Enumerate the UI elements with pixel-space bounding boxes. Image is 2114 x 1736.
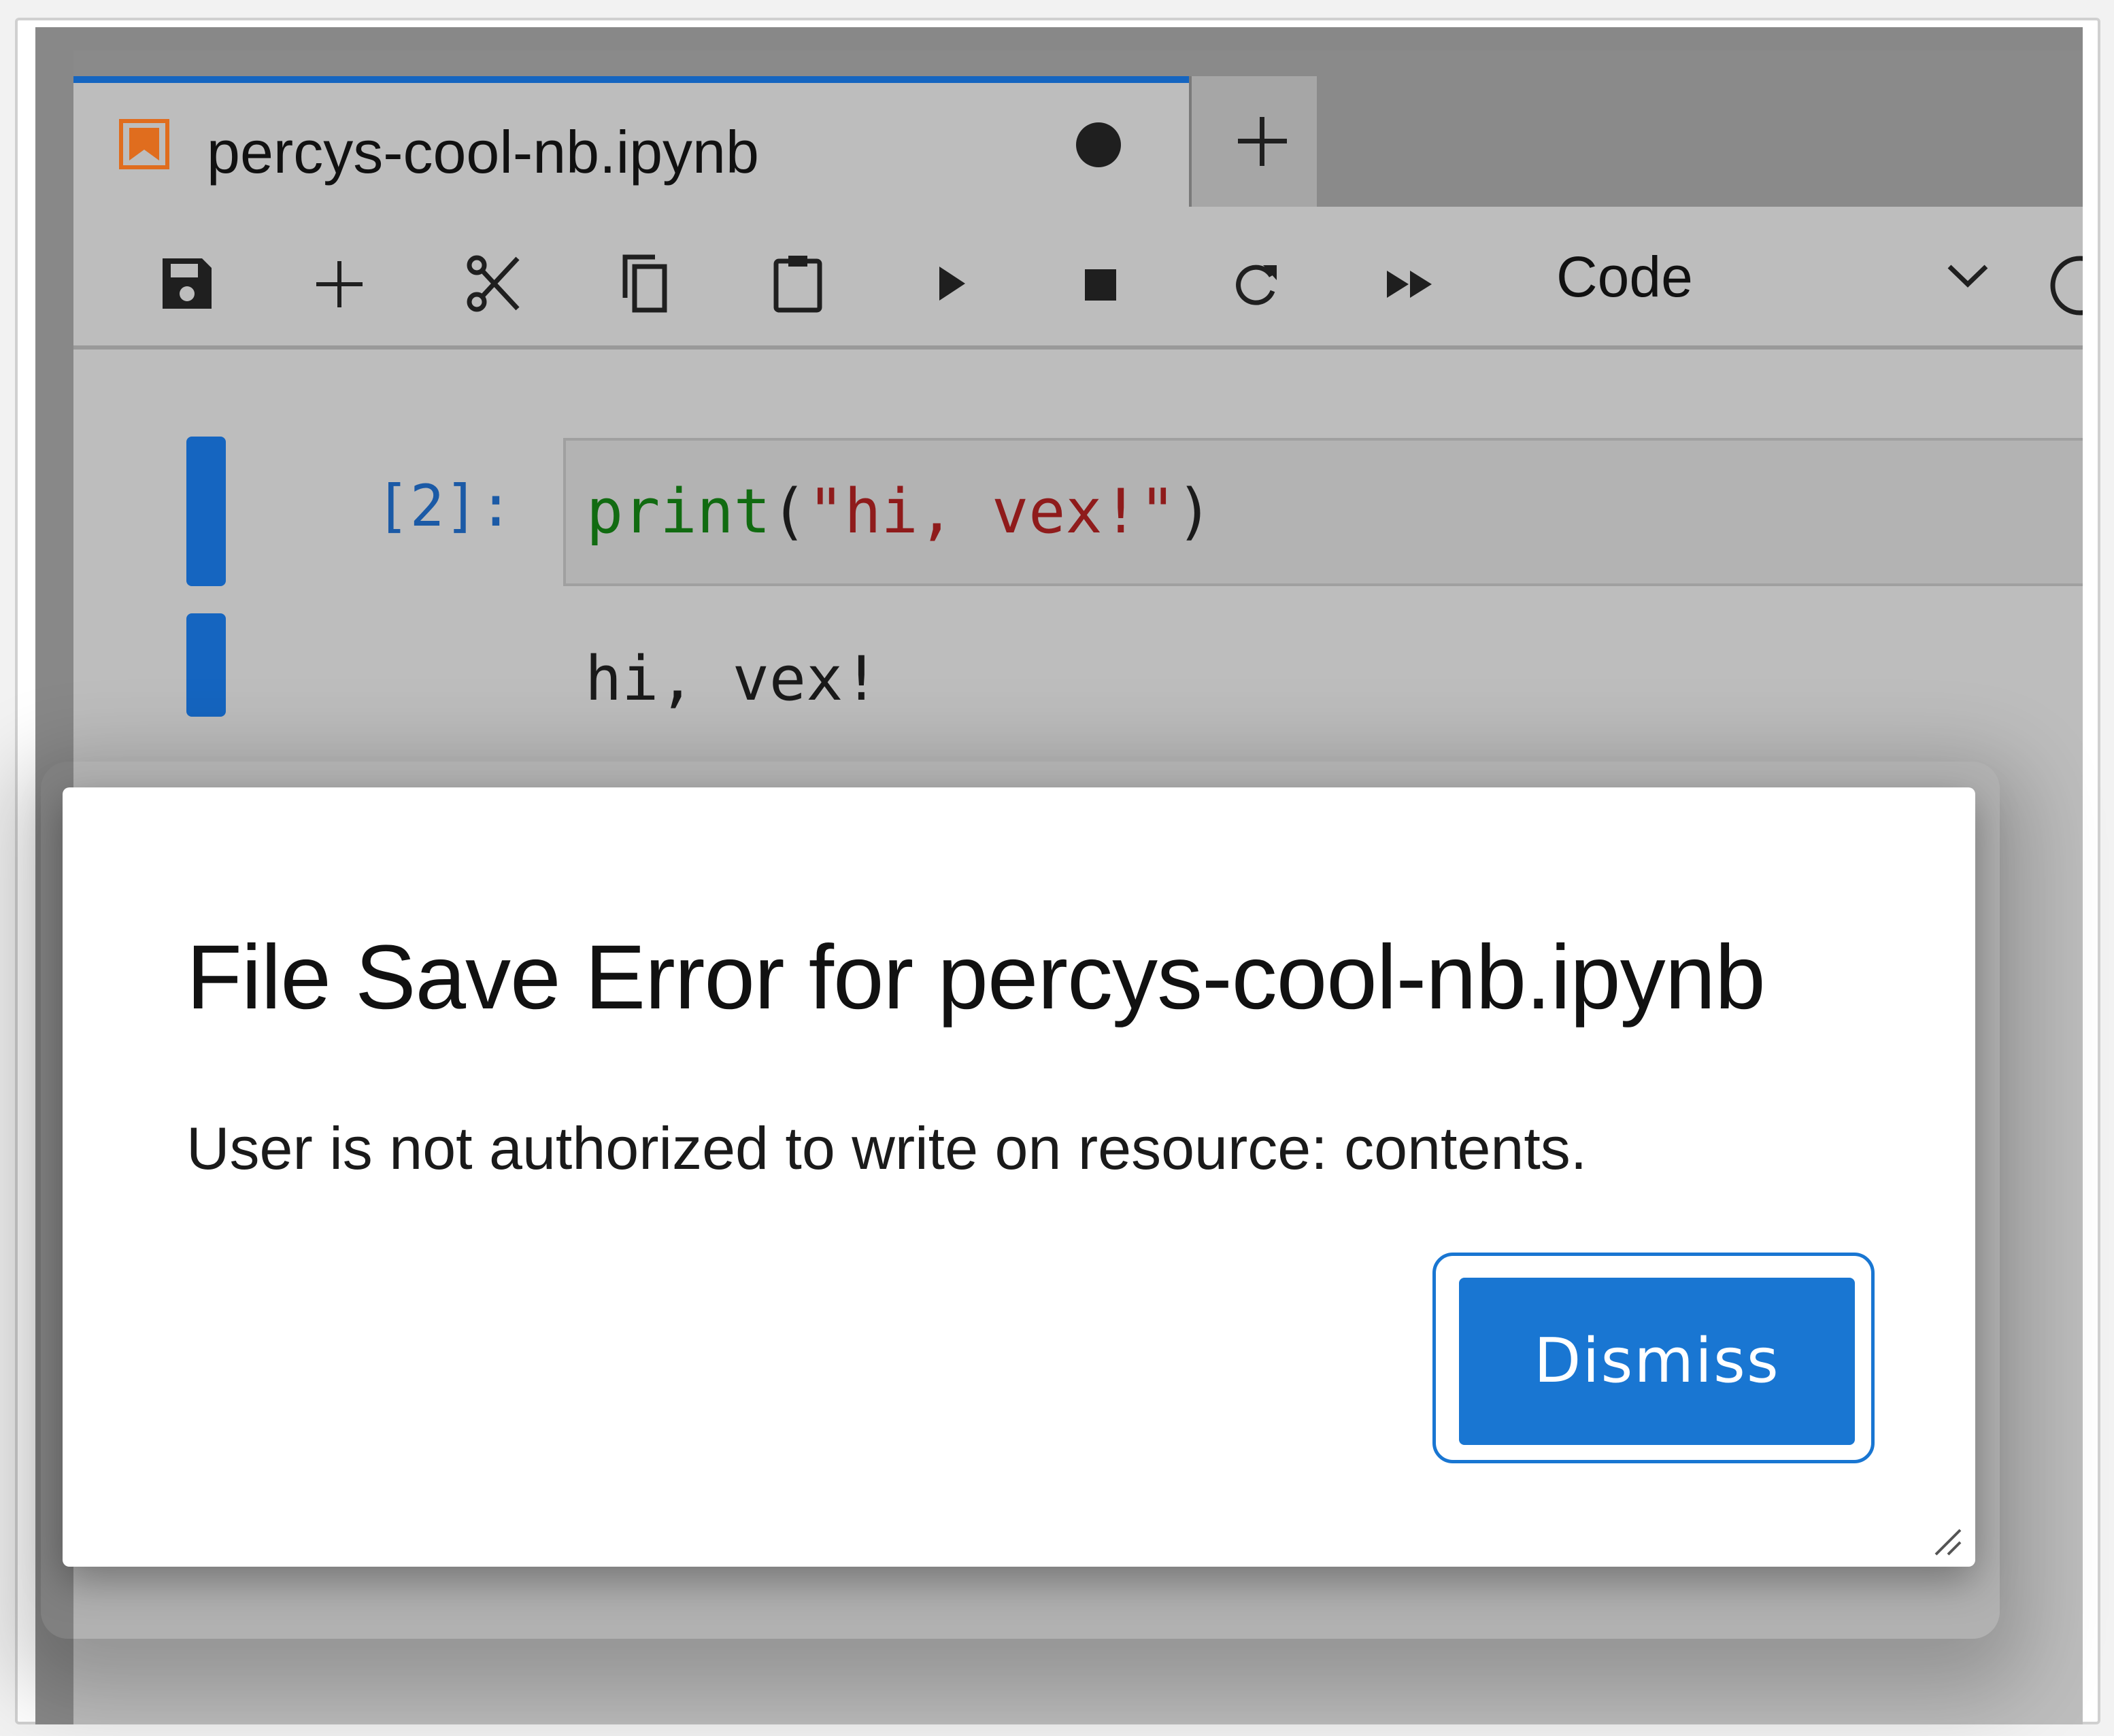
restart-button[interactable] [1212,239,1301,328]
code-line: print("hi, vex!") [586,475,1213,549]
cell-prompt: [2]: [375,473,514,539]
code-open-paren: ( [770,476,808,547]
notebook-icon [119,119,169,169]
run-icon [939,267,965,301]
tab-bar: percys-cool-nb.ipynb [73,50,2083,207]
code-editor[interactable]: print("hi, vex!") [563,438,2083,586]
cut-icon [467,255,520,312]
notebook-toolbar: Code [73,207,2083,350]
run-button[interactable] [907,239,996,328]
save-icon [163,258,212,309]
dismiss-button-focus-ring: Dismiss [1432,1253,1875,1463]
code-string: "hi, vex!" [807,476,1176,547]
plus-icon [1238,117,1287,166]
chevron-down-icon [1947,265,1988,288]
save-button[interactable] [143,239,231,328]
resize-handle-icon[interactable] [1926,1520,1964,1559]
cell-type-select[interactable]: Code [1543,234,1992,316]
code-close-paren: ) [1175,476,1213,547]
fast-forward-icon [1387,271,1432,298]
insert-cell-button[interactable] [295,239,384,328]
new-tab-button[interactable] [1189,76,1317,207]
paste-button[interactable] [754,239,842,328]
stop-icon [1085,269,1116,301]
run-all-button[interactable] [1366,239,1454,328]
cell-type-value: Code [1556,245,1693,309]
paste-icon [773,256,822,313]
dialog-title: File Save Error for percys-cool-nb.ipynb [186,927,1766,1028]
plus-icon [316,261,363,307]
copy-button[interactable] [601,239,690,328]
restart-icon [1236,265,1277,305]
interrupt-button[interactable] [1057,239,1145,328]
dismiss-button[interactable]: Dismiss [1459,1278,1855,1445]
save-error-dialog: File Save Error for percys-cool-nb.ipynb… [63,787,1975,1567]
tab-notebook[interactable]: percys-cool-nb.ipynb [73,76,1189,207]
copy-icon [622,254,667,313]
tab-title: percys-cool-nb.ipynb [207,118,759,186]
unsaved-changes-dot-icon[interactable] [1076,122,1121,167]
cut-button[interactable] [449,239,537,328]
code-builtin: print [586,476,771,547]
cell-collapser-output[interactable] [186,613,226,717]
cell-collapser-input[interactable] [186,437,226,586]
dialog-message: User is not authorized to write on resou… [186,1114,1588,1182]
kernel-status-icon[interactable] [2032,245,2083,326]
cell-output: hi, vex! [585,643,880,715]
